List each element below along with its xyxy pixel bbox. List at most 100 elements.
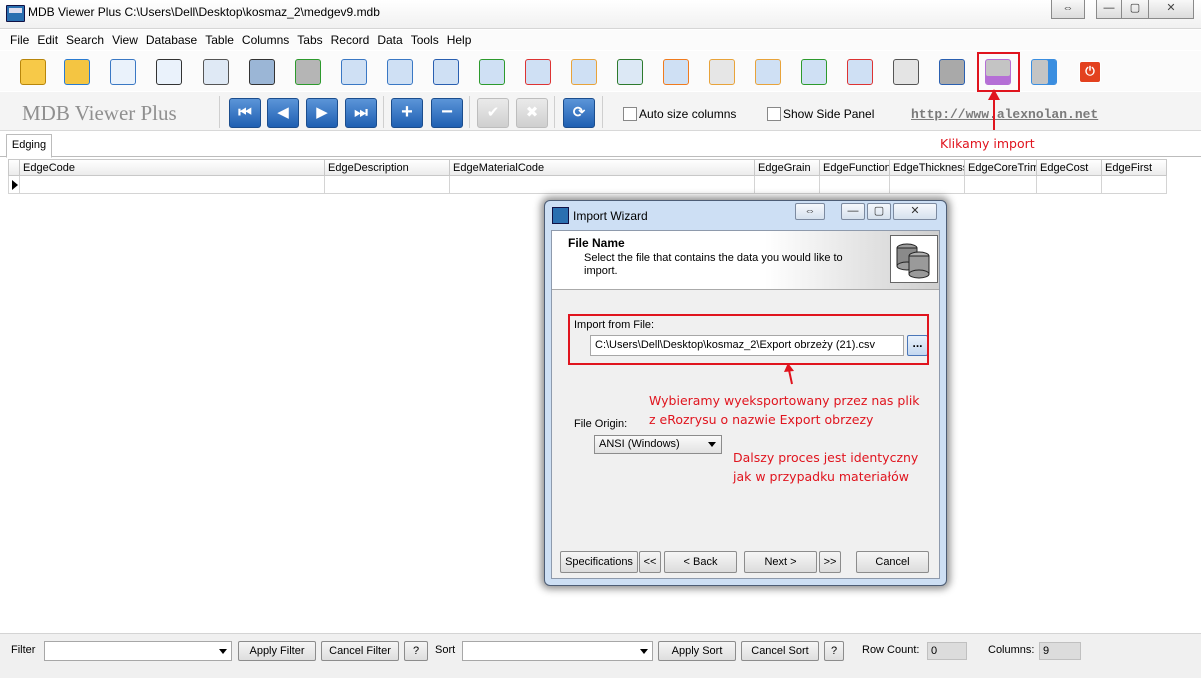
- table-view-button[interactable]: [106, 55, 138, 87]
- database-add-button[interactable]: [291, 55, 323, 87]
- menu-data[interactable]: Data: [373, 30, 406, 50]
- grid-cell[interactable]: [1101, 176, 1167, 194]
- grid-cell[interactable]: [449, 176, 755, 194]
- menu-columns[interactable]: Columns: [238, 30, 293, 50]
- cancel-edit-button[interactable]: ✖: [516, 98, 548, 128]
- open-folder-button[interactable]: [16, 55, 48, 87]
- row-count-value: 0: [927, 642, 967, 660]
- menu-edit[interactable]: Edit: [33, 30, 62, 50]
- delete-row-button[interactable]: [521, 55, 553, 87]
- restore-size-icon[interactable]: ⇔: [1051, 0, 1085, 19]
- column-header[interactable]: EdgeFirst: [1101, 159, 1167, 176]
- first-record-button[interactable]: ⏮: [229, 98, 261, 128]
- grid-cell[interactable]: [1036, 176, 1102, 194]
- file-path-highlight-box: [568, 314, 929, 365]
- auto-size-checkbox[interactable]: [623, 107, 637, 121]
- side-panel-checkbox[interactable]: [767, 107, 781, 121]
- delete-record-button[interactable]: −: [431, 98, 463, 128]
- minimize-button[interactable]: —: [1096, 0, 1122, 19]
- table-info-button[interactable]: [429, 55, 461, 87]
- search-button[interactable]: [152, 55, 184, 87]
- settings-button[interactable]: [705, 55, 737, 87]
- filter-help-button[interactable]: ?: [404, 641, 428, 661]
- sql-button[interactable]: [245, 55, 277, 87]
- column-header[interactable]: EdgeGrain: [754, 159, 820, 176]
- query-button[interactable]: [199, 55, 231, 87]
- dialog-close-button[interactable]: ✕: [893, 203, 937, 220]
- dialog-maximize-button[interactable]: ▢: [867, 203, 891, 220]
- column-header[interactable]: EdgeCoreTrim: [964, 159, 1037, 176]
- specifications-button[interactable]: Specifications: [560, 551, 638, 573]
- file-origin-select[interactable]: ANSI (Windows): [594, 435, 722, 454]
- open-recent-button[interactable]: [60, 55, 92, 87]
- file-note-line-2: z eRozrysu o nazwie Export obrzezy: [649, 412, 874, 427]
- menu-record[interactable]: Record: [327, 30, 374, 50]
- replace-ab-button[interactable]: [613, 55, 645, 87]
- restore-size-icon[interactable]: ⇔: [795, 203, 825, 220]
- menu-table[interactable]: Table: [201, 30, 238, 50]
- column-header[interactable]: EdgeFunction: [819, 159, 890, 176]
- grid-cell[interactable]: [819, 176, 890, 194]
- next-button[interactable]: Next >: [744, 551, 817, 573]
- post-edit-button[interactable]: ✔: [477, 98, 509, 128]
- menu-view[interactable]: View: [108, 30, 142, 50]
- grid-cell[interactable]: [324, 176, 450, 194]
- column-header[interactable]: EdgeThickness: [889, 159, 965, 176]
- maximize-button[interactable]: ▢: [1121, 0, 1149, 19]
- sort-help-button[interactable]: ?: [824, 641, 844, 661]
- column-header[interactable]: EdgeDescription: [324, 159, 450, 176]
- column-header[interactable]: EdgeCost: [1036, 159, 1102, 176]
- database-stack-button[interactable]: [935, 55, 967, 87]
- add-link-button[interactable]: [797, 55, 829, 87]
- tables-button[interactable]: [337, 55, 369, 87]
- link-button[interactable]: [751, 55, 783, 87]
- grid-cell[interactable]: [19, 176, 325, 194]
- process-note-line-2: jak w przypadku materiałów: [733, 469, 909, 484]
- close-button[interactable]: ✕: [1148, 0, 1194, 19]
- add-row-button[interactable]: [475, 55, 507, 87]
- menu-tools[interactable]: Tools: [407, 30, 443, 50]
- apply-sort-button[interactable]: Apply Sort: [658, 641, 736, 661]
- first-step-button[interactable]: <<: [639, 551, 661, 573]
- dialog-minimize-button[interactable]: —: [841, 203, 865, 220]
- filter-combo[interactable]: [44, 641, 232, 661]
- remove-link-button[interactable]: [843, 55, 875, 87]
- column-header[interactable]: EdgeMaterialCode: [449, 159, 755, 176]
- export-button[interactable]: [1027, 55, 1059, 87]
- cancel-sort-button[interactable]: Cancel Sort: [741, 641, 819, 661]
- cancel-filter-button[interactable]: Cancel Filter: [321, 641, 399, 661]
- window-title: MDB Viewer Plus C:\Users\Dell\Desktop\ko…: [28, 5, 380, 19]
- apply-filter-button[interactable]: Apply Filter: [238, 641, 316, 661]
- next-record-button[interactable]: ▶: [306, 98, 338, 128]
- edit-table-button[interactable]: [567, 55, 599, 87]
- refresh-button[interactable]: ⟳: [563, 98, 595, 128]
- menu-file[interactable]: File: [0, 30, 33, 50]
- database-add-icon: [295, 59, 321, 85]
- menu-database[interactable]: Database: [142, 30, 201, 50]
- menu-tabs[interactable]: Tabs: [293, 30, 326, 50]
- tab-edging[interactable]: Edging: [6, 134, 52, 158]
- grid-cell[interactable]: [754, 176, 820, 194]
- cancel-button[interactable]: Cancel: [856, 551, 929, 573]
- dialog-app-icon: [552, 207, 569, 224]
- power-button[interactable]: ⏻: [1073, 55, 1105, 87]
- add-record-button[interactable]: +: [391, 98, 423, 128]
- link-icon: [755, 59, 781, 85]
- refresh-table-button[interactable]: [659, 55, 691, 87]
- previous-record-button[interactable]: ◀: [267, 98, 299, 128]
- print-button[interactable]: [889, 55, 921, 87]
- side-panel-label: Show Side Panel: [783, 107, 875, 121]
- column-header[interactable]: EdgeCode: [19, 159, 332, 176]
- last-step-button[interactable]: >>: [819, 551, 841, 573]
- menu-search[interactable]: Search: [62, 30, 108, 50]
- grid-cell[interactable]: [889, 176, 965, 194]
- columns-button[interactable]: [383, 55, 415, 87]
- back-button[interactable]: < Back: [664, 551, 737, 573]
- wizard-header: File Name Select the file that contains …: [552, 231, 939, 290]
- menu-help[interactable]: Help: [443, 30, 476, 50]
- grid-cell[interactable]: [964, 176, 1037, 194]
- last-record-button[interactable]: ⏭: [345, 98, 377, 128]
- add-row-icon: [479, 59, 505, 85]
- annotation-arrow-up: [988, 89, 1000, 130]
- sort-combo[interactable]: [462, 641, 653, 661]
